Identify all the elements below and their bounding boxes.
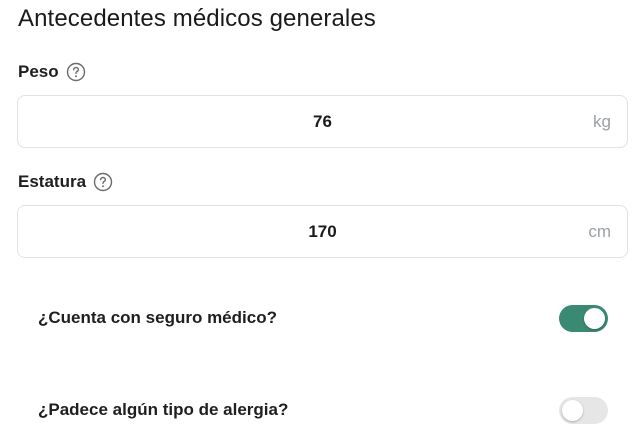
allergy-toggle[interactable] [559,396,608,424]
insurance-row: ¿Cuenta con seguro médico? [38,303,608,333]
question-circle-icon[interactable] [66,62,86,82]
allergy-row: ¿Padece algún tipo de alergia? [38,395,608,425]
insurance-toggle[interactable] [559,304,608,332]
section-title: Antecedentes médicos generales [18,5,376,32]
medical-history-form: Antecedentes médicos generales Peso 76 k… [0,0,640,437]
weight-value: 76 [313,111,332,131]
height-label: Estatura [18,172,87,191]
allergy-label: ¿Padece algún tipo de alergia? [38,400,289,419]
weight-label-row: Peso [18,62,86,82]
toggle-knob [562,399,583,421]
height-label-row: Estatura [18,172,113,192]
toggle-knob [584,307,605,329]
weight-label: Peso [18,62,59,81]
question-circle-icon[interactable] [93,172,113,192]
height-input[interactable]: 170 cm [17,205,628,258]
height-value: 170 [308,221,337,241]
weight-unit: kg [593,111,611,131]
weight-input[interactable]: 76 kg [17,95,628,148]
height-unit: cm [588,221,611,241]
insurance-label: ¿Cuenta con seguro médico? [38,308,277,327]
